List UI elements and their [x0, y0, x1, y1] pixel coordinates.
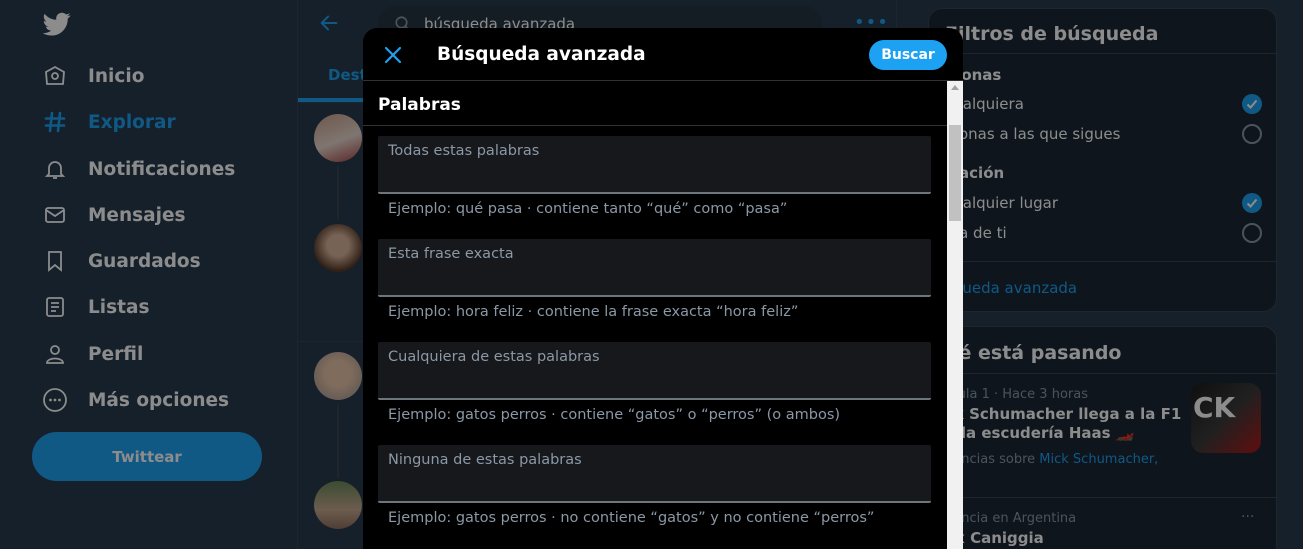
any-words-field[interactable]: Cualquiera de estas palabras: [378, 342, 931, 400]
exact-phrase-hint: Ejemplo: hora feliz · contiene la frase …: [388, 304, 799, 320]
avatar[interactable]: [314, 481, 362, 529]
twitter-logo-icon[interactable]: [42, 10, 72, 38]
trend-related-link[interactable]: Mick Schumacher,: [1039, 452, 1158, 467]
scrollbar[interactable]: [947, 81, 963, 549]
avatar[interactable]: [314, 114, 362, 162]
trends-title: ué está pasando: [945, 342, 1122, 364]
bell-icon: [42, 156, 68, 182]
trend-image[interactable]: CK: [1191, 383, 1261, 453]
bookmark-icon: [42, 248, 68, 274]
all-words-input[interactable]: [378, 136, 931, 192]
divider: [929, 373, 1278, 374]
home-icon: [42, 63, 68, 89]
tweet-button[interactable]: Twittear: [32, 432, 262, 481]
none-words-field[interactable]: Ninguna de estas palabras: [378, 445, 931, 503]
scroll-thumb[interactable]: [949, 125, 961, 221]
nav-lists[interactable]: Listas: [30, 287, 161, 327]
advanced-search-modal: Búsqueda avanzada Buscar Palabras Todas …: [363, 28, 963, 549]
nav-bookmarks-label: Guardados: [88, 250, 201, 272]
check-icon: [1246, 198, 1258, 208]
back-arrow-icon[interactable]: [318, 12, 340, 34]
search-button[interactable]: Buscar: [869, 40, 947, 70]
nav-home[interactable]: Inicio: [30, 56, 156, 96]
nav-notifications[interactable]: Notificaciones: [30, 149, 247, 189]
nav-profile-label: Perfil: [88, 343, 144, 365]
any-words-hint: Ejemplo: gatos perros · contiene “gatos”…: [388, 407, 841, 423]
trend-title-line2[interactable]: n la escudería Haas 🏎️: [945, 424, 1134, 443]
people-follow-radio[interactable]: [1242, 124, 1262, 144]
location-near-radio[interactable]: [1242, 223, 1262, 243]
none-words-input[interactable]: [378, 445, 931, 501]
right-column: Filtros de búsqueda rsonas cualquiera rs…: [928, 0, 1278, 549]
trend-more-icon[interactable]: ···: [1241, 509, 1254, 525]
nav-home-label: Inicio: [88, 65, 145, 87]
exact-phrase-input[interactable]: [378, 239, 931, 295]
nav-profile[interactable]: Perfil: [30, 334, 155, 374]
modal-title: Búsqueda avanzada: [437, 44, 646, 65]
person-icon: [42, 341, 68, 367]
close-icon[interactable]: [381, 43, 405, 67]
avatar[interactable]: [314, 352, 362, 400]
advanced-search-link[interactable]: squeda avanzada: [945, 279, 1077, 297]
scroll-up-arrow-icon[interactable]: [951, 85, 959, 90]
trend-meta: dencia en Argentina: [945, 511, 1077, 526]
all-words-hint: Ejemplo: qué pasa · contiene tanto “qué”…: [388, 201, 788, 217]
trends-card: ué está pasando mula 1 · Hace 3 horas ck…: [928, 326, 1278, 549]
people-any-radio[interactable]: [1242, 94, 1262, 114]
check-icon: [1246, 99, 1258, 109]
nav-messages-label: Mensajes: [88, 204, 186, 226]
divider: [929, 261, 1278, 262]
all-words-field[interactable]: Todas estas palabras: [378, 136, 931, 194]
section-title: Palabras: [378, 95, 461, 115]
exact-phrase-field[interactable]: Esta frase exacta: [378, 239, 931, 297]
none-words-hint: Ejemplo: gatos perros · no contiene “gat…: [388, 510, 875, 526]
sidebar: Inicio Explorar Notificaciones Mensajes: [0, 0, 298, 549]
trend-image-text: CK: [1193, 391, 1236, 424]
location-any-radio[interactable]: [1242, 193, 1262, 213]
envelope-icon: [42, 202, 68, 228]
modal-header: Búsqueda avanzada Buscar: [363, 28, 963, 81]
words-section-header: Palabras: [363, 81, 947, 126]
divider: [929, 53, 1278, 54]
divider: [929, 497, 1278, 498]
trend-title-line1[interactable]: ck Schumacher llega a la F1: [945, 405, 1181, 424]
nav-explore-label: Explorar: [88, 111, 176, 133]
people-option-follow[interactable]: rsonas a las que sigues: [945, 125, 1120, 143]
nav-bookmarks[interactable]: Guardados: [30, 241, 213, 281]
nav-notifications-label: Notificaciones: [88, 158, 236, 180]
avatar[interactable]: [314, 224, 362, 272]
filters-title: Filtros de búsqueda: [945, 23, 1159, 45]
hashtag-icon: [42, 109, 68, 135]
nav-more-options-label: Más opciones: [88, 389, 230, 411]
nav-explore[interactable]: Explorar: [30, 102, 188, 142]
more-circle-icon: [42, 387, 68, 413]
trend-meta: mula 1 · Hace 3 horas: [945, 387, 1088, 402]
search-filters-card: Filtros de búsqueda rsonas cualquiera rs…: [928, 8, 1278, 312]
thread-line: [337, 166, 339, 220]
nav-more-options[interactable]: Más opciones: [30, 380, 241, 420]
nav-messages[interactable]: Mensajes: [30, 195, 198, 235]
nav-lists-label: Listas: [88, 296, 150, 318]
trend-related: dencias sobre Mick Schumacher,: [945, 452, 1158, 467]
thread-line: [337, 404, 339, 478]
any-words-input[interactable]: [378, 342, 931, 398]
list-icon: [42, 294, 68, 320]
